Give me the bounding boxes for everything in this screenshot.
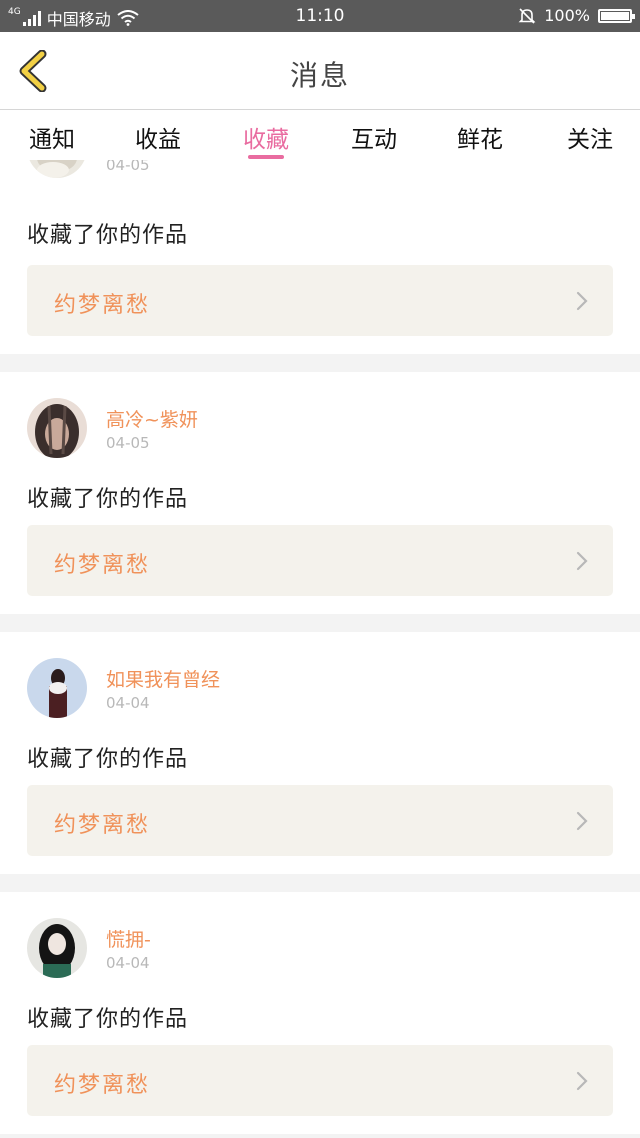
work-link[interactable]: 约梦离愁 xyxy=(27,1045,613,1116)
work-title: 约梦离愁 xyxy=(54,553,151,578)
status-bar: 4G 中国移动 11:10 100% xyxy=(0,0,640,32)
avatar[interactable] xyxy=(27,398,87,458)
action-text: 收藏了你的作品 xyxy=(27,223,189,248)
tab-earnings[interactable]: 收益 xyxy=(118,120,198,154)
list-item: 慌拥- 04-04 收藏了你的作品 约梦离愁 xyxy=(0,892,640,1134)
work-title: 约梦离愁 xyxy=(54,293,151,318)
date: 04-05 xyxy=(106,434,150,452)
tab-interaction[interactable]: 互动 xyxy=(334,120,414,154)
list-item: 高冷~紫妍 04-05 收藏了你的作品 约梦离愁 xyxy=(0,372,640,614)
user-name[interactable]: 高冷~紫妍 xyxy=(106,405,198,432)
nav-bar: 消息 xyxy=(0,32,640,110)
work-title: 约梦离愁 xyxy=(54,1073,151,1098)
date: 04-04 xyxy=(106,954,150,972)
bell-muted-icon xyxy=(518,7,536,24)
date: 04-04 xyxy=(106,694,150,712)
tab-favorites[interactable]: 收藏 xyxy=(226,120,306,154)
favorites-list[interactable]: 04-05 收藏了你的作品 约梦离愁 高冷~紫妍 04-05 收藏了你的作品 约… xyxy=(0,160,640,1138)
list-item: 如果我有曾经 04-04 收藏了你的作品 约梦离愁 xyxy=(0,632,640,874)
battery-percent: 100% xyxy=(544,6,590,25)
user-name[interactable]: 如果我有曾经 xyxy=(106,665,220,692)
status-right: 100% xyxy=(518,6,635,25)
active-tab-indicator xyxy=(248,155,284,159)
user-name[interactable]: 慌拥- xyxy=(106,925,151,952)
action-text: 收藏了你的作品 xyxy=(27,487,189,512)
action-text: 收藏了你的作品 xyxy=(27,1007,189,1032)
battery-icon xyxy=(598,8,635,23)
tab-notice[interactable]: 通知 xyxy=(12,120,92,154)
battery-fill xyxy=(601,11,629,20)
work-title: 约梦离愁 xyxy=(54,813,151,838)
tab-flowers[interactable]: 鲜花 xyxy=(440,120,520,154)
avatar[interactable] xyxy=(27,658,87,718)
work-link[interactable]: 约梦离愁 xyxy=(27,265,613,336)
work-link[interactable]: 约梦离愁 xyxy=(27,785,613,856)
chevron-right-icon xyxy=(576,811,588,831)
chevron-right-icon xyxy=(576,1071,588,1091)
chevron-right-icon xyxy=(576,551,588,571)
avatar[interactable] xyxy=(27,918,87,978)
work-link[interactable]: 约梦离愁 xyxy=(27,525,613,596)
list-item: 04-05 收藏了你的作品 约梦离愁 xyxy=(0,160,640,354)
tab-following[interactable]: 关注 xyxy=(550,120,630,154)
date: 04-05 xyxy=(106,160,150,174)
action-text: 收藏了你的作品 xyxy=(27,747,189,772)
page-title: 消息 xyxy=(289,59,350,92)
chevron-right-icon xyxy=(576,291,588,311)
avatar[interactable] xyxy=(27,160,87,178)
tab-bar: 通知 收益 收藏 互动 鲜花 关注 xyxy=(0,110,640,160)
